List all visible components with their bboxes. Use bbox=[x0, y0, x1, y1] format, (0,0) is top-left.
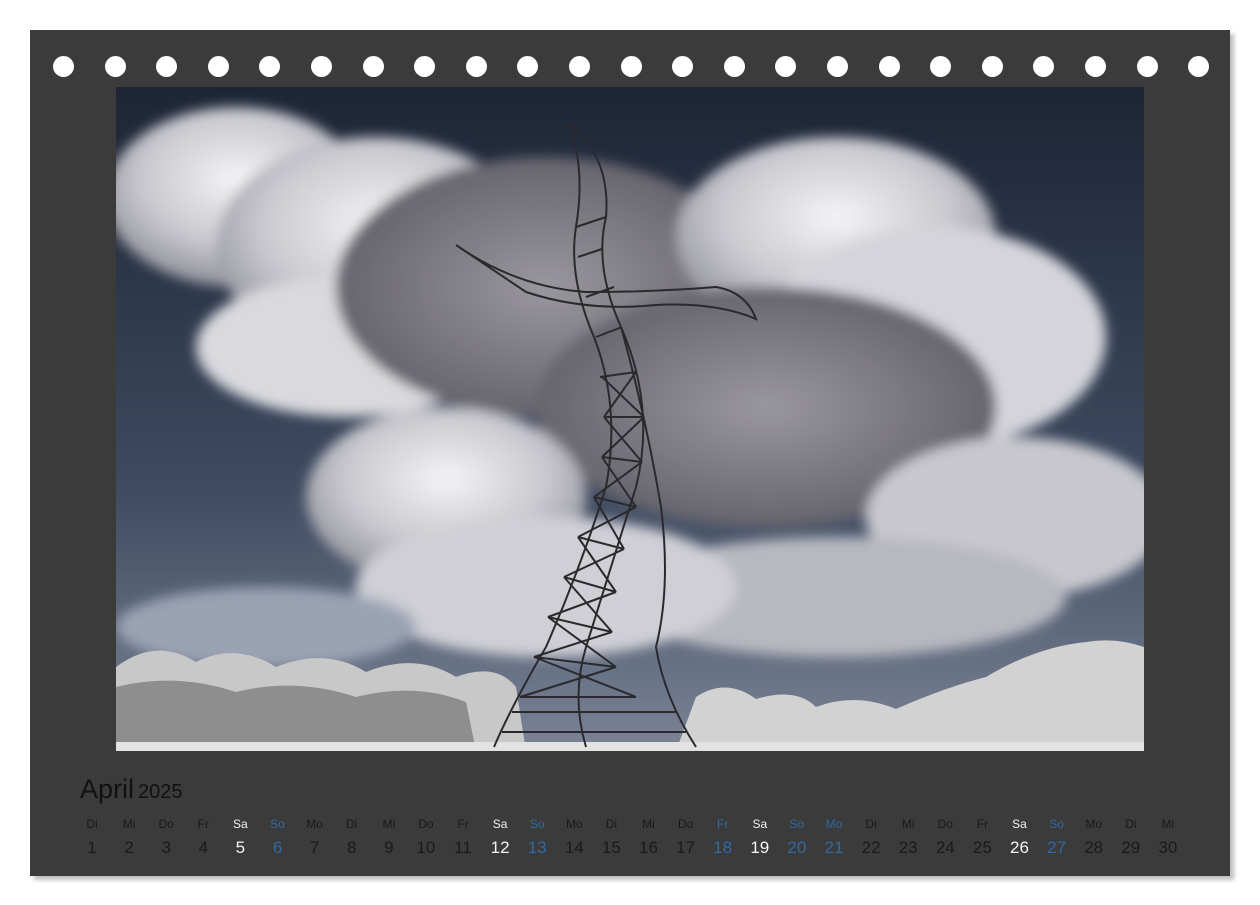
binding-hole-icon bbox=[1136, 56, 1158, 77]
day-of-week-label: So bbox=[1049, 817, 1064, 831]
binding-hole-icon bbox=[156, 56, 178, 77]
day-of-week-label: Fr bbox=[976, 817, 989, 831]
binding-hole-icon bbox=[1188, 56, 1210, 77]
binding-hole-icon bbox=[414, 56, 436, 77]
day-number: 1 bbox=[87, 838, 97, 857]
binding-hole-icon bbox=[362, 56, 384, 77]
calendar-photo bbox=[116, 87, 1144, 751]
day-of-week-label: Mo bbox=[565, 817, 583, 831]
binding-hole-icon bbox=[517, 56, 539, 77]
binding-hole-icon bbox=[775, 56, 797, 77]
binding-hole-icon bbox=[723, 56, 745, 77]
binding-hole-icon bbox=[1033, 56, 1055, 77]
day-number: 18 bbox=[713, 838, 733, 857]
day-of-week-label: Di bbox=[605, 817, 618, 831]
day-of-week-label: Sa bbox=[752, 817, 768, 831]
binding-hole-icon bbox=[827, 56, 848, 77]
day-of-week-label: Sa bbox=[233, 817, 248, 831]
binding-hole-icon bbox=[1085, 56, 1106, 77]
day-number: 10 bbox=[416, 838, 436, 857]
day-number: 20 bbox=[787, 838, 807, 857]
binding-hole-icon bbox=[104, 56, 126, 77]
day-of-week-label: Mi bbox=[642, 817, 655, 831]
day-of-week-label: So bbox=[270, 817, 285, 831]
day-number: 9 bbox=[384, 838, 394, 857]
day-of-week-label: Do bbox=[158, 817, 174, 831]
binding-hole-icon bbox=[672, 56, 694, 77]
day-number: 7 bbox=[309, 838, 320, 857]
day-number: 24 bbox=[935, 838, 955, 857]
day-number: 11 bbox=[454, 838, 472, 857]
day-number: 16 bbox=[639, 838, 658, 857]
day-strip: Di 1 Mi 2 Do 3 Fr 4 Sa 5 So 6 Mo 7 Di 8 Mi 9 Do 10 Fr 11 Sa 12 S… bbox=[74, 814, 1204, 864]
day-of-week-label: Mi bbox=[1161, 817, 1175, 831]
day-number: 30 bbox=[1158, 838, 1178, 857]
day-number: 17 bbox=[676, 838, 696, 857]
binding-hole-icon bbox=[207, 56, 229, 77]
day-number: 13 bbox=[527, 838, 547, 857]
day-number: 29 bbox=[1121, 838, 1141, 857]
day-of-week-label: Fr bbox=[457, 817, 469, 831]
day-number: 8 bbox=[346, 838, 357, 857]
day-number: 12 bbox=[490, 838, 510, 857]
day-of-week-label: Fr bbox=[717, 817, 729, 831]
day-of-week-label: Do bbox=[418, 817, 434, 831]
photo-scene bbox=[116, 87, 1144, 751]
day-number: 26 bbox=[1010, 838, 1029, 857]
day-of-week-label: Mi bbox=[901, 817, 915, 831]
day-of-week-label: Di bbox=[1125, 817, 1137, 831]
day-of-week-label: Do bbox=[677, 817, 694, 831]
day-number: 15 bbox=[601, 838, 621, 857]
binding-hole-icon bbox=[311, 56, 332, 77]
binding-hole-icon bbox=[878, 56, 900, 77]
month-title: April 2025 bbox=[80, 774, 183, 805]
month-name: April bbox=[80, 774, 135, 804]
month-year: 2025 bbox=[138, 781, 183, 803]
day-number: 21 bbox=[824, 838, 844, 857]
day-number: 19 bbox=[750, 838, 770, 857]
day-of-week-label: So bbox=[529, 817, 545, 831]
day-number: 6 bbox=[272, 838, 283, 857]
day-of-week-label: Mo bbox=[1085, 817, 1103, 831]
day-number: 4 bbox=[198, 838, 209, 857]
day-number: 23 bbox=[898, 838, 918, 857]
day-number: 28 bbox=[1084, 838, 1104, 857]
binding-hole-icon bbox=[930, 56, 952, 77]
binding-hole-icon bbox=[53, 56, 74, 77]
binding-hole-icon bbox=[259, 56, 281, 77]
day-number: 27 bbox=[1047, 838, 1067, 857]
binding-hole-icon bbox=[620, 56, 642, 77]
day-number: 2 bbox=[124, 838, 134, 857]
day-of-week-label: Do bbox=[937, 817, 953, 831]
day-of-week-label: Sa bbox=[492, 817, 508, 831]
calendar-page: April 2025 Di 1 Mi 2 Do 3 Fr 4 Sa 5 So 6 Mo 7 Di 8 Mi 9 Do 1… bbox=[30, 30, 1230, 876]
day-of-week-label: Mi bbox=[122, 817, 136, 831]
day-of-week-label: So bbox=[789, 817, 805, 831]
day-of-week-label: Fr bbox=[197, 817, 209, 831]
day-of-week-label: Di bbox=[865, 817, 877, 831]
day-number: 3 bbox=[161, 838, 171, 857]
day-number: 14 bbox=[564, 838, 584, 857]
day-of-week-label: Mi bbox=[382, 817, 396, 831]
binding-hole-icon bbox=[569, 56, 590, 77]
day-of-week-label: Sa bbox=[1012, 817, 1027, 831]
day-number: 5 bbox=[235, 838, 246, 857]
day-of-week-label: Di bbox=[346, 817, 358, 831]
binding-hole-icon bbox=[981, 56, 1003, 77]
day-of-week-label: Mo bbox=[825, 817, 843, 831]
binding-hole-icon bbox=[465, 56, 487, 77]
day-number: 22 bbox=[861, 838, 881, 857]
day-of-week-label: Di bbox=[86, 817, 98, 831]
day-number: 25 bbox=[972, 838, 992, 857]
day-of-week-label: Mo bbox=[306, 817, 323, 831]
